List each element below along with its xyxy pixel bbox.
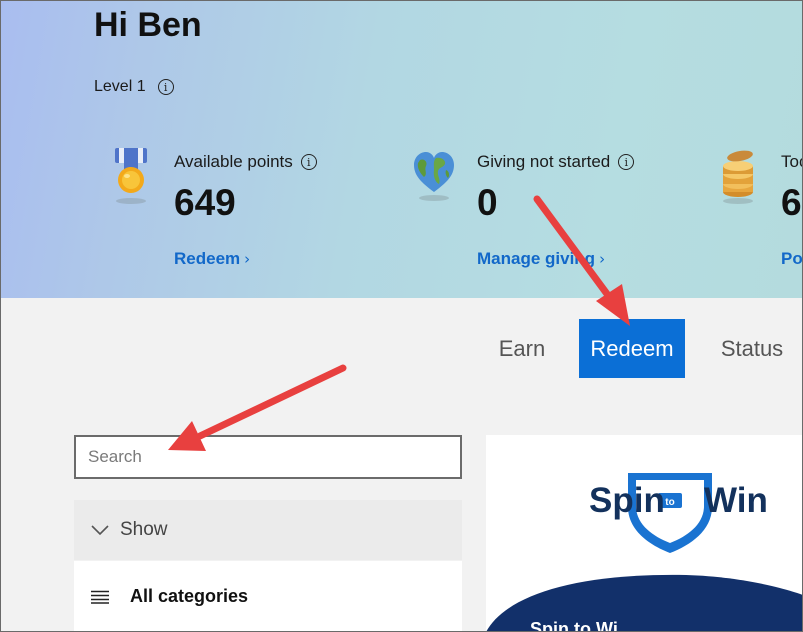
show-filter-toggle[interactable]: Show	[74, 500, 462, 560]
heart-globe-icon	[414, 152, 454, 201]
stat-label: Toc	[781, 152, 803, 171]
tab-redeem[interactable]: Redeem	[579, 319, 685, 378]
manage-giving-link[interactable]: Manage giving ›	[477, 249, 605, 269]
rewards-hero-banner: Hi Ben Level 1 i Available points i 649 …	[0, 0, 803, 298]
category-label: All categories	[130, 586, 249, 606]
info-icon[interactable]: i	[157, 79, 174, 95]
svg-text:to: to	[665, 497, 674, 508]
spin-to-win-logo: to Spin Win Spin to Wi	[486, 473, 803, 632]
chevron-right-icon: ›	[244, 250, 251, 268]
stat-label: Available points i	[174, 152, 317, 172]
chevron-right-icon: ›	[599, 250, 606, 268]
points-link[interactable]: Po	[781, 249, 803, 269]
coins-stack-icon	[723, 150, 753, 204]
chevron-down-icon	[91, 525, 109, 536]
stat-value: 0	[477, 182, 498, 223]
stat-label: Giving not started i	[477, 152, 635, 172]
medal-icon	[115, 148, 147, 204]
logo-text-win: Win	[704, 481, 768, 520]
info-icon[interactable]: i	[618, 154, 635, 170]
info-icon[interactable]: i	[300, 154, 317, 170]
tab-status[interactable]: Status	[705, 319, 799, 378]
greeting-heading: Hi Ben	[94, 6, 202, 44]
card-bottom-text: Spin to Wi	[530, 619, 618, 632]
list-icon	[91, 590, 109, 604]
category-all[interactable]: All categories	[74, 561, 462, 632]
redeem-link[interactable]: Redeem ›	[174, 249, 250, 269]
stat-value: 6	[781, 182, 802, 223]
logo-text-spin: Spin	[589, 481, 665, 520]
spin-to-win-card[interactable]: to Spin Win Spin to Wi	[486, 435, 803, 632]
stat-value: 649	[174, 182, 236, 223]
level-indicator: Level 1 i	[94, 78, 174, 96]
search-input[interactable]	[74, 435, 462, 479]
level-label: Level 1	[94, 78, 146, 95]
tab-earn[interactable]: Earn	[482, 319, 562, 378]
show-label: Show	[120, 519, 168, 540]
